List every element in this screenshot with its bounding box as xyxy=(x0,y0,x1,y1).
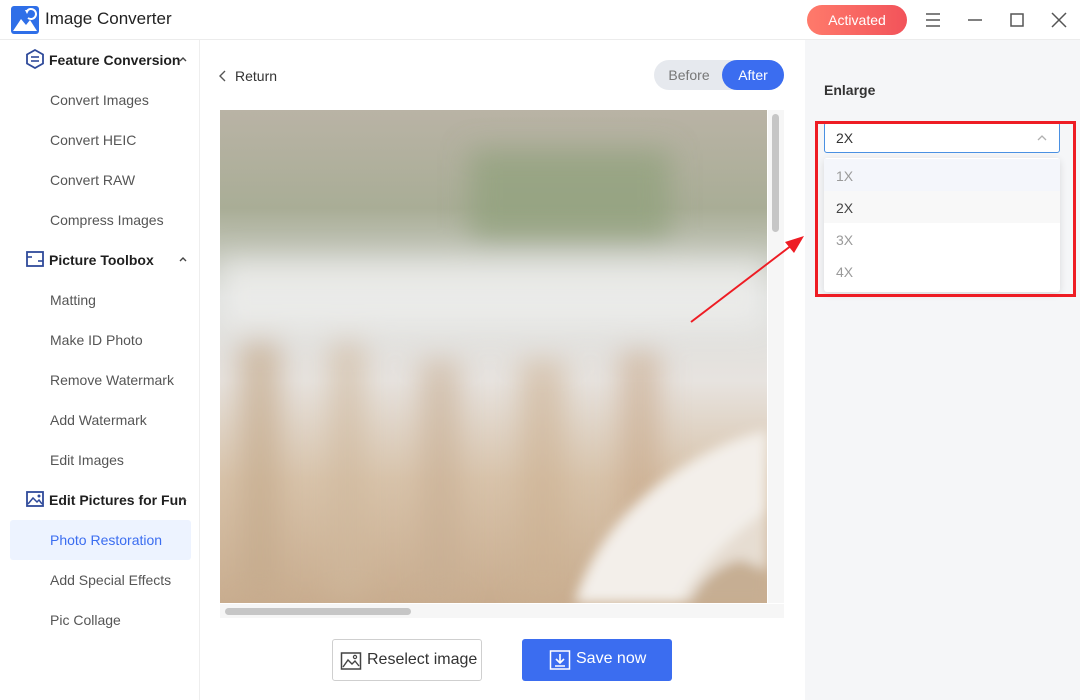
vertical-scroll-thumb[interactable] xyxy=(772,114,779,232)
menu-icon[interactable] xyxy=(923,10,943,30)
section-label: Feature Conversion xyxy=(49,52,181,68)
sidebar-item-make-id-photo[interactable]: Make ID Photo xyxy=(10,320,191,360)
annotation-highlight-box xyxy=(815,121,1076,297)
chevron-left-icon xyxy=(219,70,226,82)
picture-icon xyxy=(26,491,44,507)
annotation-arrow-icon xyxy=(690,236,804,323)
download-icon xyxy=(549,650,571,670)
sidebar-item-label: Convert Images xyxy=(50,92,149,108)
before-tab[interactable]: Before xyxy=(654,60,724,90)
section-feature-conversion[interactable]: Feature Conversion xyxy=(0,40,200,80)
section-label: Edit Pictures for Fun xyxy=(49,492,187,508)
return-label: Return xyxy=(235,68,278,84)
sidebar-item-convert-raw[interactable]: Convert RAW xyxy=(10,160,191,200)
close-icon[interactable] xyxy=(1049,10,1069,30)
sidebar-item-label: Add Special Effects xyxy=(50,572,172,588)
maximize-icon[interactable] xyxy=(1007,10,1027,30)
sidebar: Feature Conversion Convert Images Conver… xyxy=(0,40,200,700)
restored-photo xyxy=(220,110,767,603)
sidebar-item-matting[interactable]: Matting xyxy=(10,280,191,320)
sidebar-item-label: Add Watermark xyxy=(50,412,147,428)
enlarge-label: Enlarge xyxy=(824,82,876,98)
image-icon xyxy=(340,652,362,670)
reselect-label: Reselect image xyxy=(367,651,478,668)
section-label: Picture Toolbox xyxy=(49,252,154,268)
activated-button[interactable]: Activated xyxy=(807,5,907,35)
sidebar-item-label: Compress Images xyxy=(50,212,164,228)
sidebar-item-label: Photo Restoration xyxy=(50,532,163,548)
sidebar-item-label: Convert RAW xyxy=(50,172,136,188)
sidebar-item-label: Remove Watermark xyxy=(50,372,174,388)
chevron-up-icon xyxy=(179,257,187,262)
sidebar-item-label: Make ID Photo xyxy=(50,332,143,348)
sidebar-item-remove-watermark[interactable]: Remove Watermark xyxy=(10,360,191,400)
save-label: Save now xyxy=(576,650,647,667)
horizontal-scroll-thumb[interactable] xyxy=(225,608,411,615)
sidebar-item-label: Convert HEIC xyxy=(50,132,137,148)
sidebar-item-add-special-effects[interactable]: Add Special Effects xyxy=(10,560,191,600)
sidebar-item-add-watermark[interactable]: Add Watermark xyxy=(10,400,191,440)
preview-image xyxy=(220,110,767,603)
save-now-button[interactable]: Save now xyxy=(522,639,672,681)
sidebar-item-label: Matting xyxy=(50,292,96,308)
sidebar-item-convert-heic[interactable]: Convert HEIC xyxy=(10,120,191,160)
sidebar-item-photo-restoration[interactable]: Photo Restoration xyxy=(10,520,191,560)
after-tab[interactable]: After xyxy=(722,60,784,90)
sidebar-item-compress-images[interactable]: Compress Images xyxy=(10,200,191,240)
app-title: Image Converter xyxy=(45,9,172,28)
toolbox-icon xyxy=(26,251,44,267)
before-after-toggle[interactable]: Before After xyxy=(654,60,784,90)
sidebar-item-label: Edit Images xyxy=(50,452,124,468)
sidebar-item-pic-collage[interactable]: Pic Collage xyxy=(10,600,191,640)
sidebar-item-edit-images[interactable]: Edit Images xyxy=(10,440,191,480)
chevron-up-icon xyxy=(179,57,187,62)
minimize-icon[interactable] xyxy=(965,10,985,30)
sidebar-item-label: Pic Collage xyxy=(50,612,121,628)
title-bar: Image Converter Activated xyxy=(0,0,1080,40)
section-edit-pictures-for-fun[interactable]: Edit Pictures for Fun xyxy=(0,480,200,520)
chevron-up-icon xyxy=(179,497,187,502)
convert-icon xyxy=(26,49,44,69)
reselect-image-button[interactable]: Reselect image xyxy=(332,639,482,681)
sidebar-item-convert-images[interactable]: Convert Images xyxy=(10,80,191,120)
section-picture-toolbox[interactable]: Picture Toolbox xyxy=(0,240,200,280)
app-logo-icon xyxy=(11,6,39,34)
